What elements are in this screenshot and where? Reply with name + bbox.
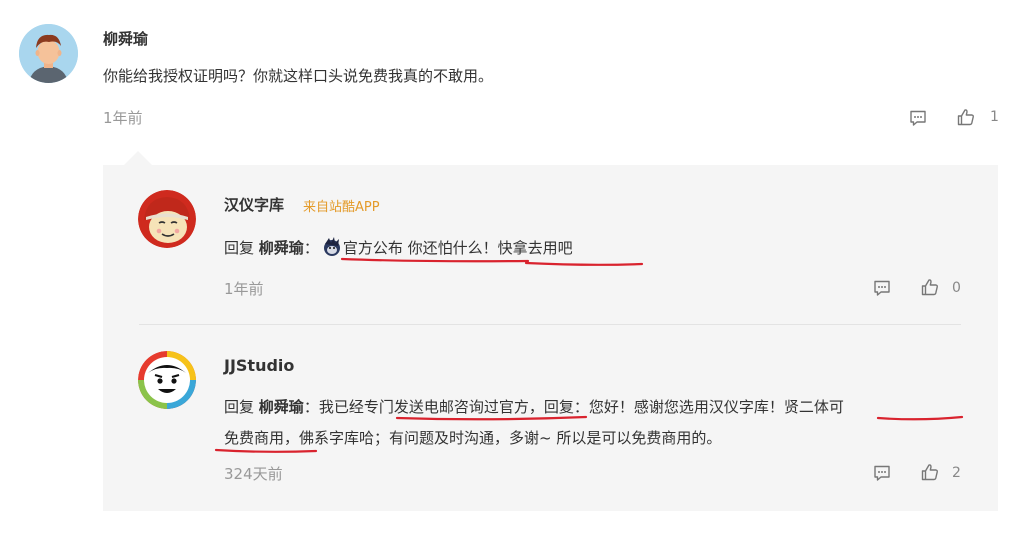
jjstudio-smiley-avatar-icon: [138, 351, 196, 409]
reply-content: 回复 柳舜瑜：我已经专门发送电邮咨询过官方，回复：您好！感谢您选用汉仪字库！贤二…: [224, 396, 844, 417]
like-button[interactable]: [956, 107, 976, 131]
source-badge: 来自站酷APP: [303, 200, 380, 215]
comment-icon: [910, 110, 926, 126]
reply-divider: [139, 324, 961, 325]
avatar[interactable]: [19, 24, 78, 83]
reply-author-name[interactable]: JJStudio: [224, 356, 294, 375]
reply-button[interactable]: [872, 278, 892, 302]
like-count: 0: [952, 280, 961, 296]
panel-pointer: [124, 151, 152, 165]
like-button[interactable]: [920, 277, 940, 301]
reply-time: 324天前: [224, 465, 283, 483]
reply-button[interactable]: [908, 108, 928, 132]
like-button[interactable]: [920, 462, 940, 486]
like-count: 2: [952, 465, 961, 481]
reply-button[interactable]: [872, 463, 892, 487]
reply-content: 回复 柳舜瑜： 官方公布 你还怕什么！快拿去用吧: [224, 236, 573, 258]
comment-text: 你能给我授权证明吗？你就这样口头说免费我真的不敢用。: [103, 67, 494, 85]
reply-prefix: 回复: [224, 239, 255, 257]
reply-text-line-1: 我已经专门发送电邮咨询过官方，回复：您好！感谢您选用汉仪字库！贤二体可: [318, 398, 844, 416]
thumbs-up-icon: [957, 109, 974, 126]
reply-panel: [103, 165, 998, 511]
comment-time: 1年前: [103, 109, 143, 127]
reply-target-user[interactable]: 柳舜瑜: [259, 239, 304, 257]
comment-icon: [874, 465, 890, 481]
reply-text: 官方公布 你还怕什么！快拿去用吧: [342, 239, 573, 257]
reply-time: 1年前: [224, 280, 264, 298]
avatar[interactable]: [138, 190, 196, 248]
thumbs-up-icon: [921, 464, 938, 481]
hanyi-mascot-avatar-icon: [138, 190, 196, 248]
thumbs-up-icon: [921, 279, 938, 296]
reply-text-line-2: 免费商用，佛系字库哈；有问题及时沟通，多谢~ 所以是可以免费商用的。: [224, 429, 722, 447]
doge-emoji-icon: [321, 236, 343, 258]
user-avatar-icon: [19, 24, 78, 83]
like-count: 1: [990, 109, 999, 125]
comment-author-name[interactable]: 柳舜瑜: [103, 28, 148, 49]
reply-colon: ：: [303, 398, 319, 416]
reply-target-user[interactable]: 柳舜瑜: [259, 398, 304, 416]
reply-author-name[interactable]: 汉仪字库: [224, 194, 284, 215]
comment-icon: [874, 280, 890, 296]
reply-colon: ：: [303, 239, 319, 257]
avatar[interactable]: [138, 351, 196, 409]
reply-prefix: 回复: [224, 398, 255, 416]
